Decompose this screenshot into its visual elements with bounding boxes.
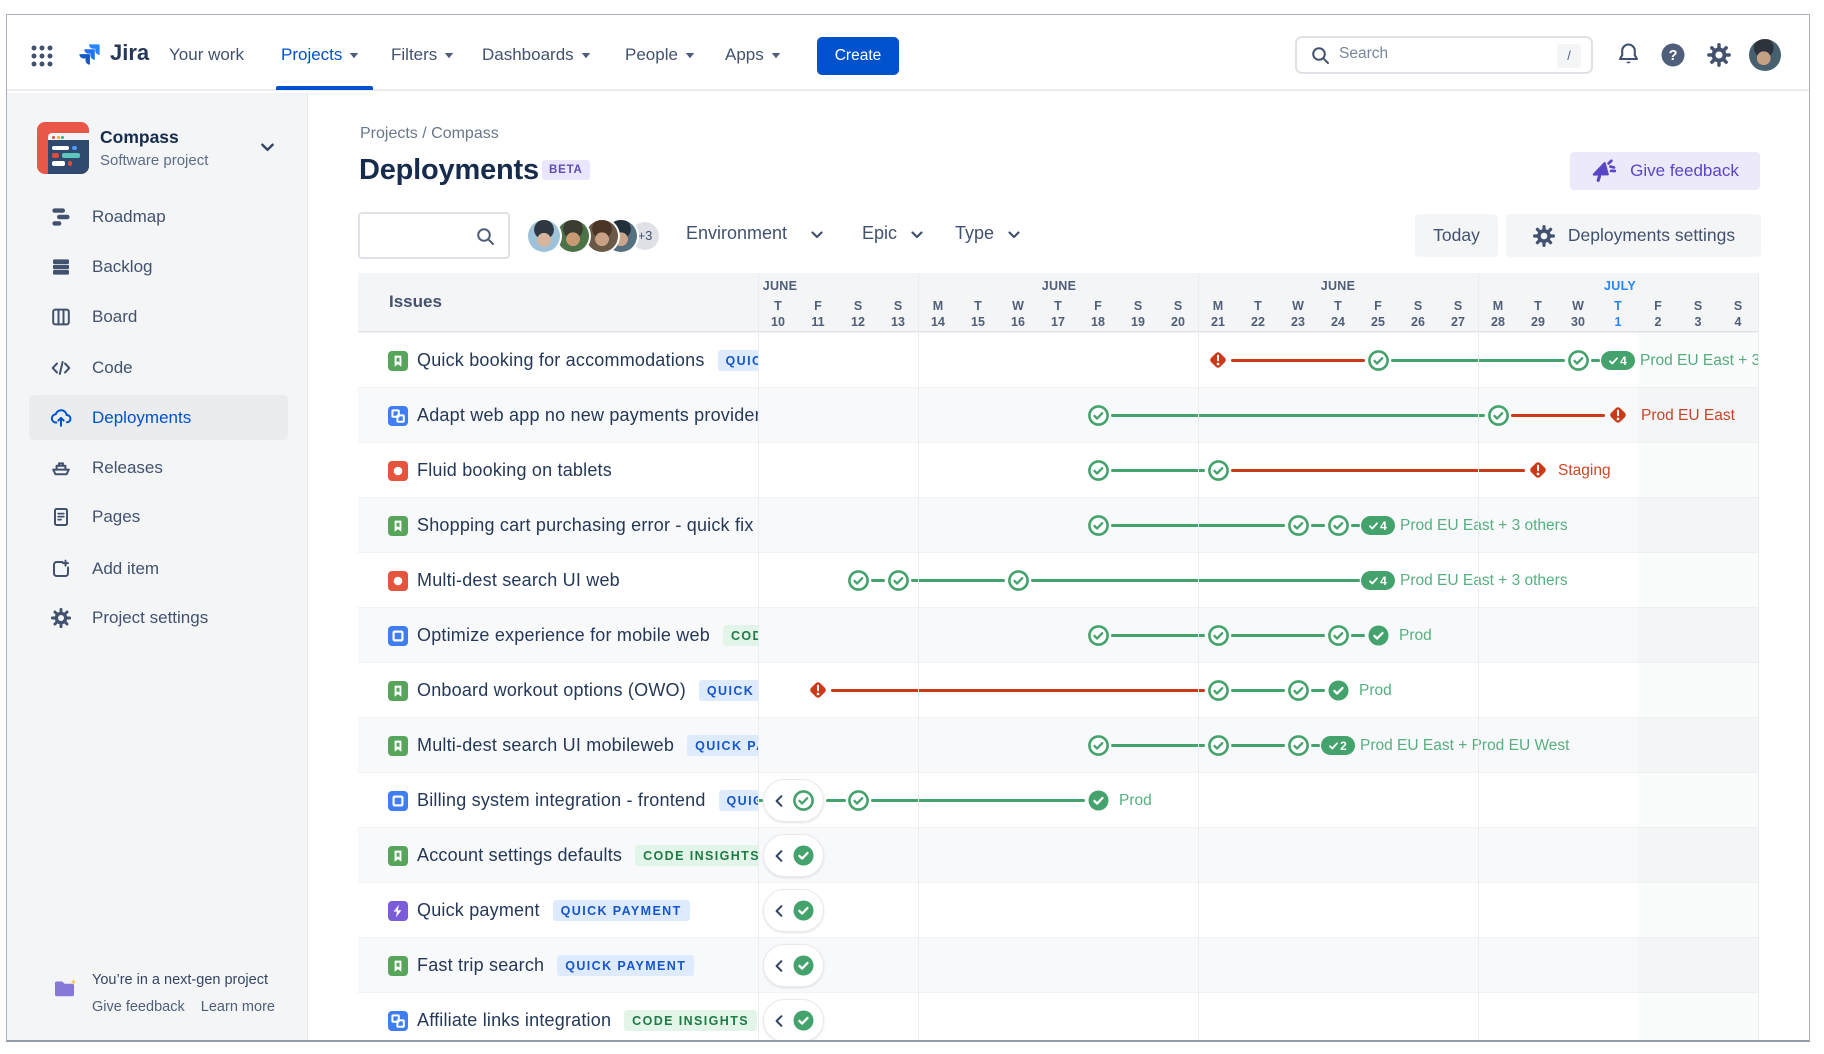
svg-text:?: ?	[1669, 48, 1678, 64]
